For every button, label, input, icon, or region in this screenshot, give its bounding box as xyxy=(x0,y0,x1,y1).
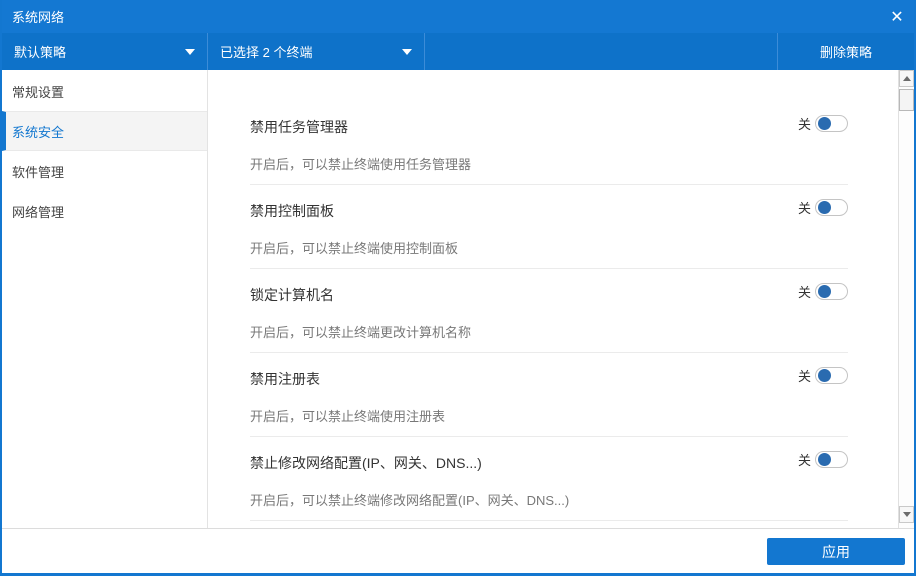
scrollbar-track[interactable] xyxy=(899,87,914,506)
scroll-up-button[interactable] xyxy=(899,70,914,87)
titlebar: 系统网络 ✕ xyxy=(2,0,914,33)
setting-title: 禁用注册表 xyxy=(250,371,320,387)
toggle-state-label: 关 xyxy=(797,369,811,384)
terminal-dropdown-value: 已选择 2 个终端 xyxy=(220,45,313,60)
toggle-knob xyxy=(818,117,831,130)
chevron-down-icon xyxy=(402,48,412,55)
arrow-up-icon xyxy=(902,76,911,81)
apply-button[interactable]: 应用 xyxy=(767,538,905,565)
window-title: 系统网络 xyxy=(12,10,65,25)
sidebar-item-general-settings[interactable]: 常规设置 xyxy=(2,71,207,111)
setting-title: 禁止修改网络配置(IP、网关、DNS...) xyxy=(250,455,482,471)
window-body: 常规设置 系统安全 软件管理 网络管理 禁用任务管理器 开启后，可以禁止终端使用… xyxy=(2,70,914,528)
setting-description: 开启后，可以禁止终端使用任务管理器 xyxy=(250,157,472,172)
policy-window: 系统网络 ✕ 默认策略 已选择 2 个终端 删除策略 常规设置 系统安全 软件管… xyxy=(0,0,916,576)
toggle-state-label: 关 xyxy=(797,201,811,216)
toggle-knob xyxy=(818,285,831,298)
scrollbar-thumb[interactable] xyxy=(899,89,914,111)
sidebar-item-system-security[interactable]: 系统安全 xyxy=(2,111,207,151)
settings-list: 禁用任务管理器 开启后，可以禁止终端使用任务管理器 关 禁用控制面板 开启后，可… xyxy=(208,70,898,528)
setting-description: 开启后，可以禁止终端修改网络配置(IP、网关、DNS...) xyxy=(250,493,570,508)
close-icon[interactable]: ✕ xyxy=(880,0,914,33)
setting-row-disable-control-panel: 禁用控制面板 开启后，可以禁止终端使用控制面板 关 xyxy=(250,185,848,269)
setting-description: 开启后，可以禁止终端更改计算机名称 xyxy=(250,325,472,340)
sidebar: 常规设置 系统安全 软件管理 网络管理 xyxy=(2,70,208,528)
toggle-disable-control-panel[interactable]: 关 xyxy=(798,198,848,217)
footer-bar: 应用 xyxy=(2,528,914,573)
chevron-down-icon xyxy=(185,48,195,55)
toggle-state-label: 关 xyxy=(797,453,811,468)
setting-row-lock-computer-name: 锁定计算机名 开启后，可以禁止终端更改计算机名称 关 xyxy=(250,269,848,353)
delete-policy-button[interactable]: 删除策略 xyxy=(777,33,914,70)
terminal-dropdown[interactable]: 已选择 2 个终端 xyxy=(208,33,425,70)
toggle-disable-task-manager[interactable]: 关 xyxy=(798,114,848,133)
toggle-state-label: 关 xyxy=(797,117,811,132)
toolbar: 默认策略 已选择 2 个终端 删除策略 xyxy=(2,33,914,70)
setting-title: 禁用控制面板 xyxy=(250,203,334,219)
toggle-switch[interactable] xyxy=(815,199,848,216)
scroll-down-button[interactable] xyxy=(899,506,914,523)
sidebar-item-software-management[interactable]: 软件管理 xyxy=(2,151,207,191)
toggle-knob xyxy=(818,453,831,466)
policy-dropdown[interactable]: 默认策略 xyxy=(2,33,208,70)
sidebar-item-label: 常规设置 xyxy=(12,84,65,100)
setting-description: 开启后，可以禁止终端使用控制面板 xyxy=(250,241,459,256)
setting-description: 开启后，可以禁止终端使用注册表 xyxy=(250,409,446,424)
toggle-knob xyxy=(818,369,831,382)
vertical-scrollbar xyxy=(898,70,914,528)
toggle-knob xyxy=(818,201,831,214)
setting-row-disable-registry: 禁用注册表 开启后，可以禁止终端使用注册表 关 xyxy=(250,353,848,437)
sidebar-item-label: 网络管理 xyxy=(12,204,65,220)
toggle-switch[interactable] xyxy=(815,367,848,384)
toggle-disable-registry[interactable]: 关 xyxy=(798,366,848,385)
sidebar-item-label: 系统安全 xyxy=(12,124,65,140)
toggle-lock-computer-name[interactable]: 关 xyxy=(798,282,848,301)
toggle-forbid-network-config[interactable]: 关 xyxy=(798,450,848,469)
policy-dropdown-value: 默认策略 xyxy=(14,45,67,60)
setting-row-disable-task-manager: 禁用任务管理器 开启后，可以禁止终端使用任务管理器 关 xyxy=(250,101,848,185)
toggle-switch[interactable] xyxy=(815,283,848,300)
sidebar-item-label: 软件管理 xyxy=(12,164,65,180)
setting-title: 禁用任务管理器 xyxy=(250,119,348,135)
setting-row-forbid-network-config: 禁止修改网络配置(IP、网关、DNS...) 开启后，可以禁止终端修改网络配置(… xyxy=(250,437,848,521)
arrow-down-icon xyxy=(902,512,911,517)
toggle-state-label: 关 xyxy=(797,285,811,300)
sidebar-item-network-management[interactable]: 网络管理 xyxy=(2,191,207,231)
toggle-switch[interactable] xyxy=(815,115,848,132)
setting-title: 锁定计算机名 xyxy=(250,287,334,303)
delete-policy-label: 删除策略 xyxy=(819,45,872,60)
toggle-switch[interactable] xyxy=(815,451,848,468)
